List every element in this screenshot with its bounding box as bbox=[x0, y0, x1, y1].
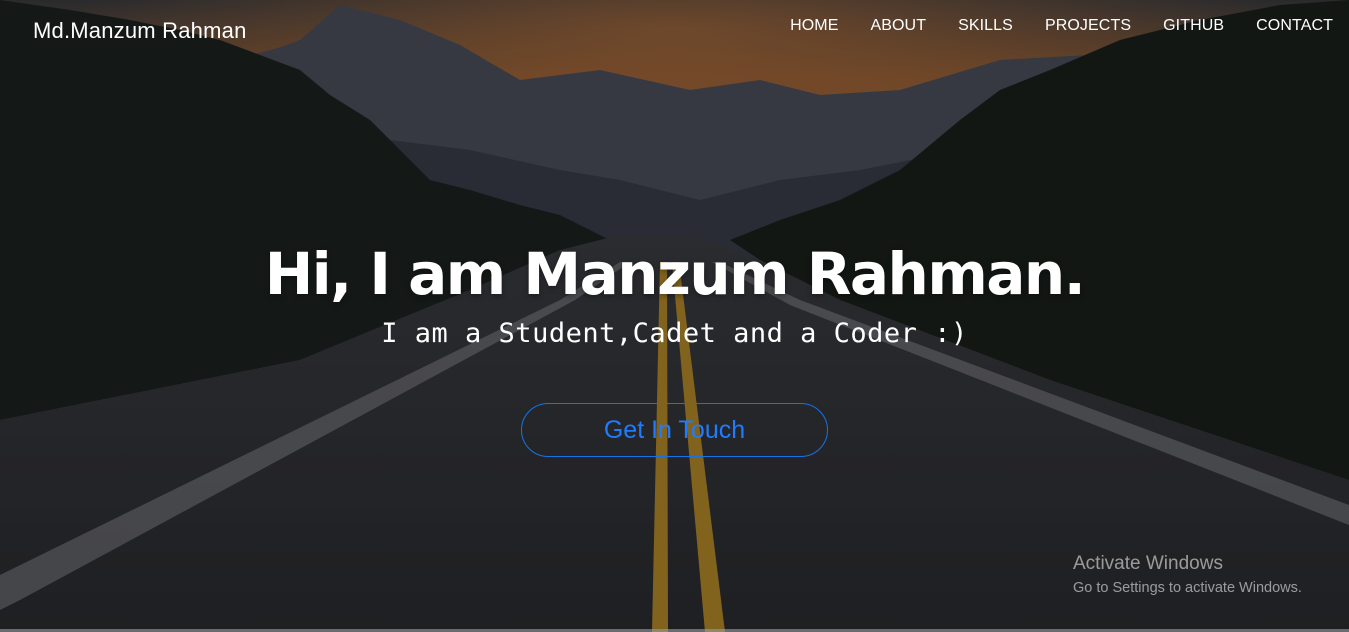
nav-link-skills[interactable]: SKILLS bbox=[958, 17, 1013, 34]
nav-item-home: HOME bbox=[790, 17, 838, 35]
activate-windows-watermark: Activate Windows Go to Settings to activ… bbox=[1073, 553, 1302, 596]
nav-link-contact[interactable]: CONTACT bbox=[1256, 17, 1333, 34]
nav-links: HOME ABOUT SKILLS PROJECTS GITHUB CONTAC… bbox=[790, 17, 1333, 35]
hero-subheadline: I am a Student,Cadet and a Coder :) bbox=[381, 318, 968, 349]
hero-background-image bbox=[0, 0, 1349, 632]
hero-headline: Hi, I am Manzum Rahman. bbox=[264, 240, 1086, 308]
brand-logo-link[interactable]: Md.Manzum Rahman bbox=[33, 18, 247, 44]
watermark-subtitle: Go to Settings to activate Windows. bbox=[1073, 580, 1302, 596]
navbar: Md.Manzum Rahman HOME ABOUT SKILLS PROJE… bbox=[0, 0, 1349, 62]
nav-item-contact: CONTACT bbox=[1256, 17, 1333, 35]
nav-item-about: ABOUT bbox=[870, 17, 926, 35]
nav-item-skills: SKILLS bbox=[958, 17, 1013, 35]
nav-link-projects[interactable]: PROJECTS bbox=[1045, 17, 1131, 34]
nav-link-about[interactable]: ABOUT bbox=[870, 17, 926, 34]
nav-link-home[interactable]: HOME bbox=[790, 17, 838, 34]
nav-link-github[interactable]: GITHUB bbox=[1163, 17, 1224, 34]
get-in-touch-button[interactable]: Get In Touch bbox=[521, 403, 828, 457]
nav-item-projects: PROJECTS bbox=[1045, 17, 1131, 35]
watermark-title: Activate Windows bbox=[1073, 553, 1223, 574]
nav-item-github: GITHUB bbox=[1163, 17, 1224, 35]
hero-section: Md.Manzum Rahman HOME ABOUT SKILLS PROJE… bbox=[0, 0, 1349, 632]
